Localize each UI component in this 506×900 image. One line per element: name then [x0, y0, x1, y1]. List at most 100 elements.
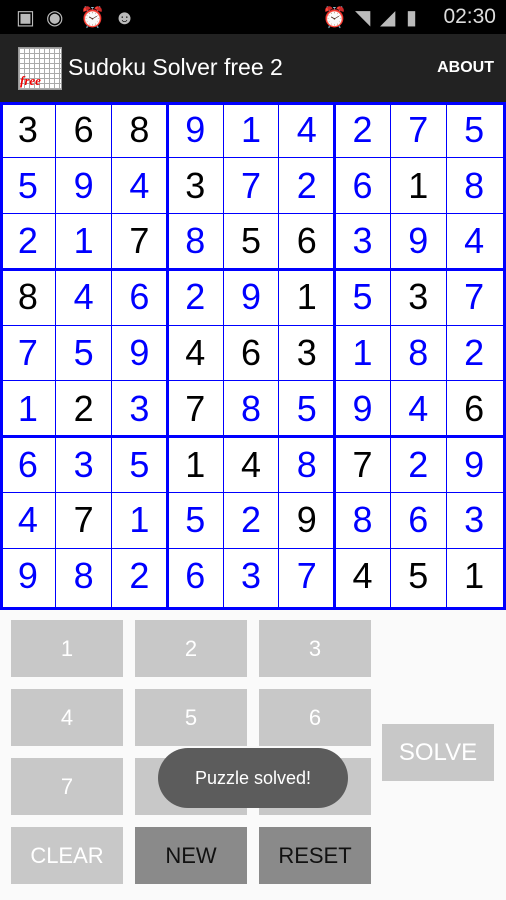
grid-cell[interactable]: 1	[112, 492, 168, 548]
about-button[interactable]: ABOUT	[437, 59, 494, 77]
grid-cell[interactable]: 1	[446, 548, 502, 604]
alarm-icon: ⏰	[322, 5, 347, 29]
grid-cell[interactable]: 5	[279, 381, 335, 437]
app-bar: free Sudoku Solver free 2 ABOUT	[0, 34, 506, 102]
grid-cell[interactable]: 4	[279, 102, 335, 158]
solve-button[interactable]: SOLVE	[382, 724, 494, 781]
grid-cell[interactable]: 7	[279, 548, 335, 604]
grid-cell[interactable]: 9	[56, 158, 112, 214]
grid-line	[389, 102, 391, 610]
digit-2-button[interactable]: 2	[135, 620, 247, 677]
digit-4-button[interactable]: 4	[11, 689, 123, 746]
grid-cell[interactable]: 7	[335, 437, 391, 493]
grid-cell[interactable]: 8	[167, 214, 223, 270]
grid-cell[interactable]: 7	[0, 325, 56, 381]
grid-cell[interactable]: 3	[446, 492, 502, 548]
grid-cell[interactable]: 4	[167, 325, 223, 381]
grid-cell[interactable]: 5	[335, 269, 391, 325]
grid-cell[interactable]: 8	[446, 158, 502, 214]
logo-text: free	[20, 73, 41, 88]
grid-cell[interactable]: 3	[390, 269, 446, 325]
digit-3-button[interactable]: 3	[259, 620, 371, 677]
grid-cell[interactable]: 3	[167, 158, 223, 214]
grid-cell[interactable]: 8	[112, 102, 168, 158]
grid-cell[interactable]: 9	[0, 548, 56, 604]
grid-cell[interactable]: 6	[335, 158, 391, 214]
grid-cell[interactable]: 3	[112, 381, 168, 437]
grid-cell[interactable]: 3	[335, 214, 391, 270]
grid-cell[interactable]: 9	[446, 437, 502, 493]
grid-cell[interactable]: 4	[0, 492, 56, 548]
grid-line	[0, 157, 506, 159]
grid-cell[interactable]: 3	[56, 437, 112, 493]
grid-cell[interactable]: 4	[223, 437, 279, 493]
grid-cell[interactable]: 8	[223, 381, 279, 437]
grid-cell[interactable]: 1	[56, 214, 112, 270]
digit-6-button[interactable]: 6	[259, 689, 371, 746]
grid-cell[interactable]: 7	[223, 158, 279, 214]
digit-5-button[interactable]: 5	[135, 689, 247, 746]
grid-cell[interactable]: 6	[223, 325, 279, 381]
grid-cell[interactable]: 4	[446, 214, 502, 270]
grid-cell[interactable]: 2	[56, 381, 112, 437]
grid-cell[interactable]: 6	[167, 548, 223, 604]
grid-cell[interactable]: 1	[223, 102, 279, 158]
grid-cell[interactable]: 7	[112, 214, 168, 270]
grid-cell[interactable]: 1	[167, 437, 223, 493]
grid-cell[interactable]: 2	[223, 492, 279, 548]
grid-cell[interactable]: 2	[446, 325, 502, 381]
grid-cell[interactable]: 4	[390, 381, 446, 437]
grid-cell[interactable]: 5	[223, 214, 279, 270]
grid-cell[interactable]: 5	[167, 492, 223, 548]
grid-cell[interactable]: 9	[335, 381, 391, 437]
grid-cell[interactable]: 9	[112, 325, 168, 381]
grid-cell[interactable]: 7	[446, 269, 502, 325]
grid-cell[interactable]: 6	[279, 214, 335, 270]
grid-cell[interactable]: 5	[390, 548, 446, 604]
new-button[interactable]: NEW	[135, 827, 247, 884]
grid-cell[interactable]: 4	[112, 158, 168, 214]
grid-cell[interactable]: 7	[390, 102, 446, 158]
grid-cell[interactable]: 3	[0, 102, 56, 158]
grid-cell[interactable]: 2	[279, 158, 335, 214]
grid-cell[interactable]: 6	[390, 492, 446, 548]
grid-cell[interactable]: 2	[0, 214, 56, 270]
grid-cell[interactable]: 9	[167, 102, 223, 158]
grid-cell[interactable]: 8	[279, 437, 335, 493]
grid-cell[interactable]: 8	[0, 269, 56, 325]
digit-1-button[interactable]: 1	[11, 620, 123, 677]
grid-line	[222, 102, 224, 610]
grid-cell[interactable]: 8	[56, 548, 112, 604]
digit-7-button[interactable]: 7	[11, 758, 123, 815]
grid-cell[interactable]: 9	[279, 492, 335, 548]
clear-button[interactable]: CLEAR	[11, 827, 123, 884]
reset-button[interactable]: RESET	[259, 827, 371, 884]
grid-cell[interactable]: 6	[56, 102, 112, 158]
grid-cell[interactable]: 2	[335, 102, 391, 158]
grid-cell[interactable]: 5	[112, 437, 168, 493]
grid-cell[interactable]: 1	[335, 325, 391, 381]
grid-cell[interactable]: 3	[223, 548, 279, 604]
grid-cell[interactable]: 7	[56, 492, 112, 548]
grid-cell[interactable]: 1	[0, 381, 56, 437]
grid-cell[interactable]: 4	[56, 269, 112, 325]
grid-cell[interactable]: 4	[335, 548, 391, 604]
grid-cell[interactable]: 1	[390, 158, 446, 214]
grid-cell[interactable]: 6	[0, 437, 56, 493]
grid-cell[interactable]: 7	[167, 381, 223, 437]
grid-cell[interactable]: 6	[112, 269, 168, 325]
grid-cell[interactable]: 2	[112, 548, 168, 604]
grid-cell[interactable]: 2	[167, 269, 223, 325]
alarm-icon: ⏰	[80, 5, 105, 29]
grid-cell[interactable]: 5	[446, 102, 502, 158]
grid-cell[interactable]: 5	[0, 158, 56, 214]
grid-cell[interactable]: 8	[390, 325, 446, 381]
grid-cell[interactable]: 3	[279, 325, 335, 381]
grid-cell[interactable]: 9	[390, 214, 446, 270]
grid-cell[interactable]: 8	[335, 492, 391, 548]
grid-cell[interactable]: 9	[223, 269, 279, 325]
grid-cell[interactable]: 6	[446, 381, 502, 437]
grid-cell[interactable]: 1	[279, 269, 335, 325]
grid-cell[interactable]: 5	[56, 325, 112, 381]
grid-cell[interactable]: 2	[390, 437, 446, 493]
